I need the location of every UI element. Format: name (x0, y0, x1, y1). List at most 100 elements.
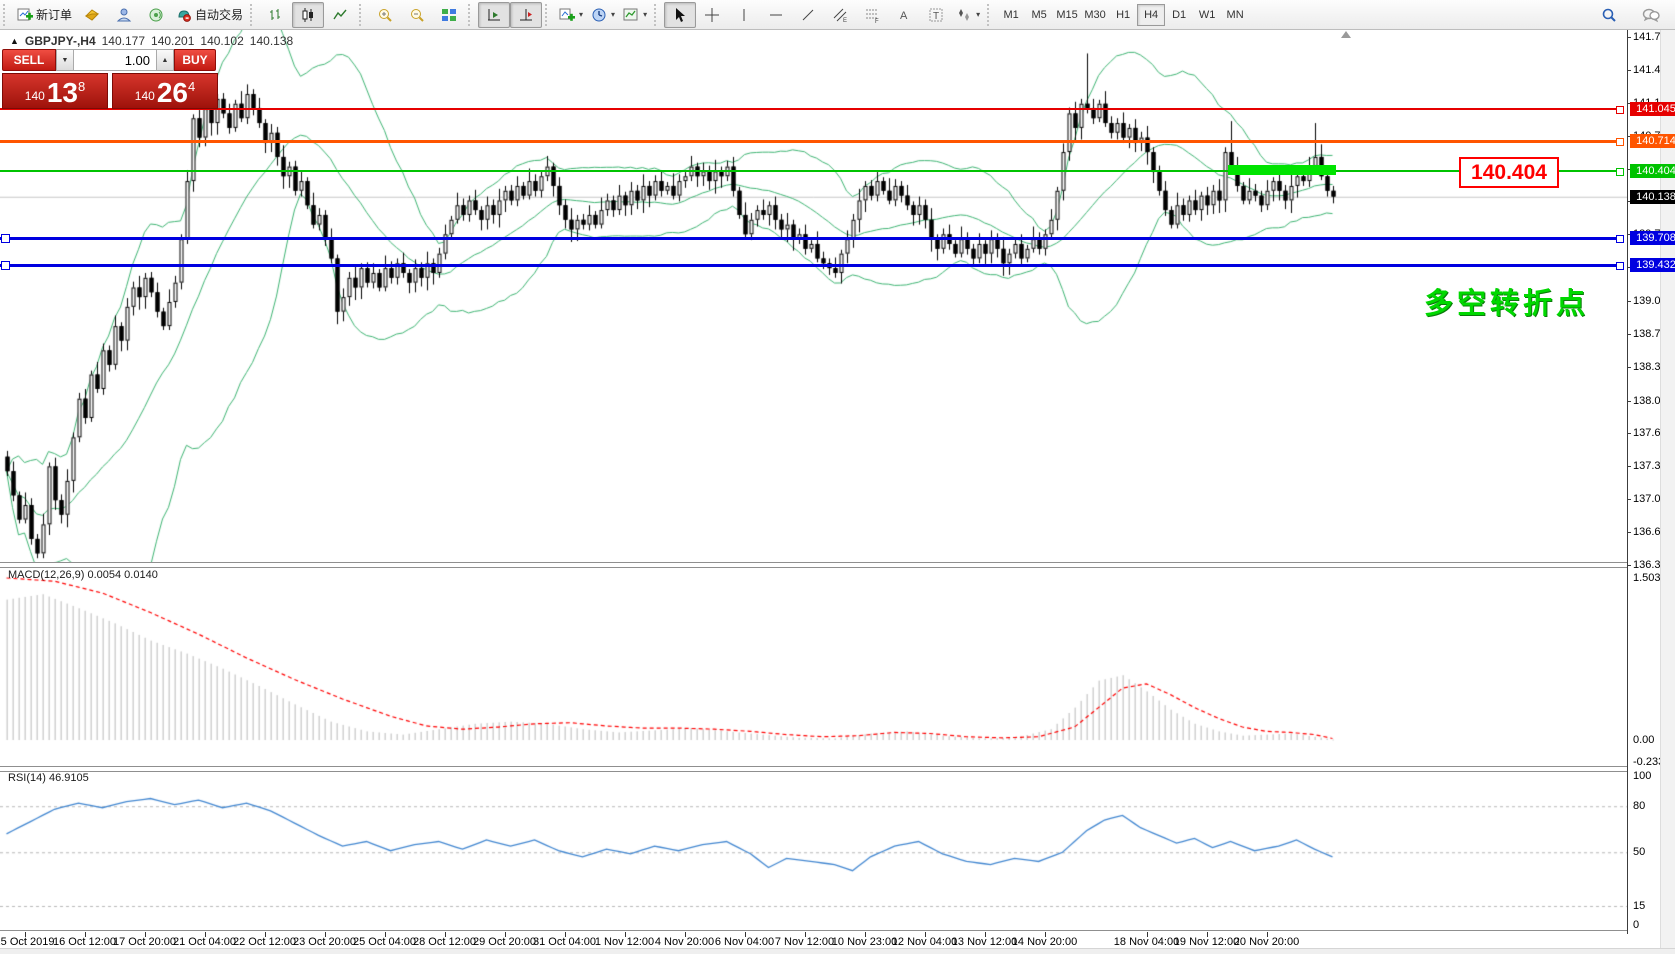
trendline-tool-button[interactable] (792, 2, 824, 28)
volume-decrease-button[interactable]: ▼ (56, 49, 74, 71)
horizontal-level-line[interactable] (0, 237, 1622, 240)
timeframe-w1-button[interactable]: W1 (1193, 4, 1221, 26)
main-toolbar: 新订单 自动交易 (0, 0, 1675, 30)
timeframe-m5-button[interactable]: M5 (1025, 4, 1053, 26)
timeframe-m30-button[interactable]: M30 (1081, 4, 1109, 26)
buy-price-pips: 26 (157, 80, 188, 106)
sell-price-button[interactable]: 140 13 8 (2, 73, 108, 109)
time-axis-label: 15 Oct 2019 (0, 936, 54, 948)
zoom-out-button[interactable] (401, 2, 433, 28)
price-axis-tick-mark (1627, 433, 1631, 434)
add-indicator-icon (559, 7, 575, 23)
auto-scroll-button[interactable] (478, 2, 510, 28)
time-axis-label: 7 Nov 12:00 (775, 936, 834, 948)
line-chart-mode-button[interactable] (324, 2, 356, 28)
horizontal-level-line[interactable] (0, 170, 1622, 172)
macd-panel-canvas[interactable] (0, 566, 1627, 766)
auto-trading-button[interactable]: 自动交易 (172, 2, 247, 28)
text-label-tool-button[interactable]: T (920, 2, 952, 28)
quotes-button[interactable] (76, 2, 108, 28)
time-axis-label: 21 Oct 04:00 (173, 936, 236, 948)
search-icon (1601, 7, 1617, 23)
candlestick-mode-button[interactable] (292, 2, 324, 28)
periods-button[interactable]: ▾ (587, 2, 619, 28)
time-axis-label: 28 Oct 12:00 (413, 936, 476, 948)
new-order-label: 新订单 (36, 6, 72, 23)
channel-tool-button[interactable]: E (824, 2, 856, 28)
price-axis-line (1627, 30, 1628, 934)
cursor-tool-button[interactable] (664, 2, 696, 28)
auto-trading-icon (176, 7, 192, 23)
timeframe-d1-button[interactable]: D1 (1165, 4, 1193, 26)
price-callout[interactable]: 140.404 (1459, 157, 1559, 188)
shapes-icon (956, 7, 972, 23)
volume-increase-button[interactable]: ▲ (156, 49, 174, 71)
time-axis-label: 17 Oct 20:00 (113, 936, 176, 948)
tile-windows-icon (441, 7, 457, 23)
line-end-marker (1616, 235, 1624, 243)
text-tool-button[interactable]: A (888, 2, 920, 28)
text-label-icon: T (928, 7, 944, 23)
chat-button[interactable] (1635, 2, 1667, 28)
collapse-panel-icon[interactable]: ▲ (10, 36, 19, 46)
price-axis-tick-mark (1627, 499, 1631, 500)
rsi-panel-canvas[interactable] (0, 770, 1627, 932)
chevron-down-icon: ▾ (643, 10, 647, 19)
volume-input[interactable] (74, 49, 156, 71)
timeframe-m15-button[interactable]: M15 (1053, 4, 1081, 26)
bid-price-label: 140.138 (1630, 190, 1675, 204)
panel-separator[interactable] (0, 562, 1627, 568)
horizontal-level-line[interactable] (0, 264, 1622, 267)
rsi-indicator-label: RSI(14) 46.9105 (8, 772, 89, 784)
rsi-axis-tick: 50 (1633, 846, 1645, 858)
timeframe-h1-button[interactable]: H1 (1109, 4, 1137, 26)
templates-button[interactable]: ▾ (619, 2, 651, 28)
chart-shift-icon (518, 7, 534, 23)
ohlc-low: 140.102 (200, 34, 243, 48)
equidistant-channel-icon: E (832, 7, 848, 23)
highlight-zone[interactable] (1228, 165, 1336, 176)
trendline-icon (800, 7, 816, 23)
hline-price-label: 139.708 (1630, 231, 1675, 245)
auto-scroll-icon (486, 7, 502, 23)
fibonacci-tool-button[interactable]: F (856, 2, 888, 28)
main-chart-canvas[interactable] (0, 30, 1627, 566)
search-button[interactable] (1593, 2, 1625, 28)
panel-separator[interactable] (0, 766, 1627, 772)
buy-price-button[interactable]: 140 26 4 (112, 73, 218, 109)
add-indicator-button[interactable]: ▾ (555, 2, 587, 28)
timeframe-h4-button[interactable]: H4 (1137, 4, 1165, 26)
time-axis-label: 12 Nov 04:00 (892, 936, 957, 948)
vertical-line-icon (736, 7, 752, 23)
time-axis-label: 18 Nov 04:00 (1114, 936, 1179, 948)
arrows-tool-button[interactable]: ▾ (952, 2, 984, 28)
line-end-marker (1616, 106, 1624, 114)
signals-button[interactable] (140, 2, 172, 28)
macd-indicator-label: MACD(12,26,9) 0.0054 0.0140 (8, 569, 158, 581)
horizontal-level-line[interactable] (0, 108, 1622, 110)
symbol-header: ▲ GBPJPY-,H4 140.177 140.201 140.102 140… (10, 34, 293, 48)
timeframe-m1-button[interactable]: M1 (997, 4, 1025, 26)
chart-shift-button[interactable] (510, 2, 542, 28)
toolbar-separator (654, 4, 661, 26)
tile-windows-button[interactable] (433, 2, 465, 28)
new-order-button[interactable]: 新订单 (13, 2, 76, 28)
crosshair-tool-button[interactable] (696, 2, 728, 28)
time-axis-label: 25 Oct 04:00 (353, 936, 416, 948)
profile-button[interactable] (108, 2, 140, 28)
buy-button[interactable]: BUY (174, 49, 216, 71)
chevron-down-icon: ▾ (579, 10, 583, 19)
horizontal-level-line[interactable] (0, 140, 1622, 143)
chart-annotation-text[interactable]: 多空转折点 (1424, 280, 1589, 322)
chart-shift-marker-icon (1341, 31, 1351, 38)
zoom-in-button[interactable] (369, 2, 401, 28)
vertical-line-tool-button[interactable] (728, 2, 760, 28)
line-drag-handle[interactable] (1, 234, 10, 243)
timeframe-mn-button[interactable]: MN (1221, 4, 1249, 26)
ohlc-open: 140.177 (102, 34, 145, 48)
bar-chart-mode-button[interactable] (260, 2, 292, 28)
line-drag-handle[interactable] (1, 261, 10, 270)
horizontal-line-tool-button[interactable] (760, 2, 792, 28)
time-axis-label: 16 Oct 12:00 (53, 936, 116, 948)
sell-button[interactable]: SELL (2, 49, 56, 71)
